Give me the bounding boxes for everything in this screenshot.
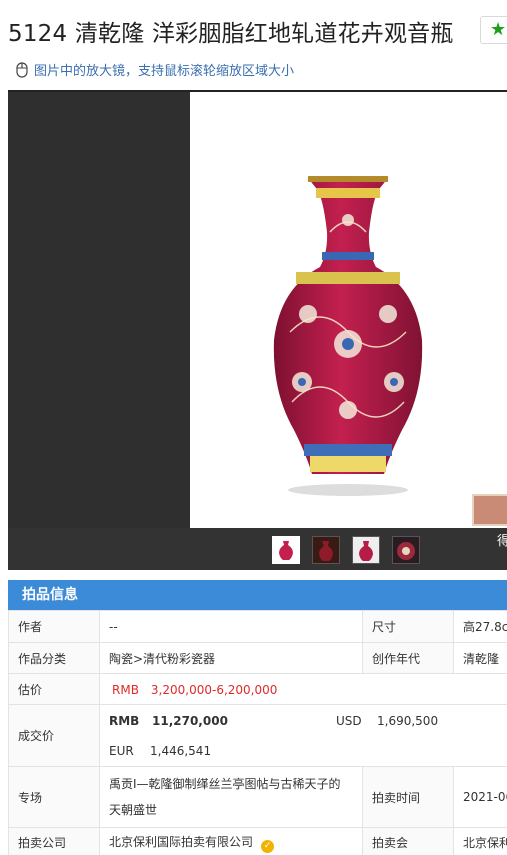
session-label: 专场 bbox=[8, 766, 100, 828]
vase-image bbox=[273, 176, 423, 496]
lot-info-panel: 拍品信息 作者 -- 尺寸 高27.8cm 作品分类 陶瓷>清代粉彩瓷器 创作年… bbox=[8, 580, 507, 855]
hint-text: 图片中的放大镜，支持鼠标滚轮缩放区域大小 bbox=[34, 64, 295, 79]
eur-price: 1,446,541 bbox=[150, 743, 212, 758]
company-value[interactable]: 北京保利国际拍卖有限公司 ✓ bbox=[99, 827, 363, 855]
sold-price-value: RMB 11,270,000 USD 1,690,500 EUR 1,446,5… bbox=[99, 704, 507, 767]
lot-title: 5124 清乾隆 洋彩胭脂红地轧道花卉观音瓶 bbox=[8, 21, 454, 47]
author-label: 作者 bbox=[8, 610, 100, 643]
table-row: 拍卖公司 北京保利国际拍卖有限公司 ✓ 拍卖会 北京保利2021春季 bbox=[8, 827, 507, 855]
category-label: 作品分类 bbox=[8, 642, 100, 674]
session-value[interactable]: 禹贡Ⅰ—乾隆御制缂丝兰亭图帖与古稀天子的 天朝盛世 bbox=[99, 766, 363, 828]
session-line-1: 禹贡Ⅰ—乾隆御制缂丝兰亭图帖与古稀天子的 bbox=[109, 777, 341, 791]
rmb-currency: RMB bbox=[109, 713, 140, 728]
size-label: 尺寸 bbox=[362, 610, 454, 643]
author-value: -- bbox=[99, 610, 363, 643]
thumbnail-4[interactable] bbox=[392, 536, 420, 564]
company-name: 北京保利国际拍卖有限公司 bbox=[109, 834, 254, 849]
mouse-icon bbox=[16, 62, 28, 78]
auction-label: 拍卖会 bbox=[362, 827, 454, 855]
lot-info-table: 作者 -- 尺寸 高27.8cm 作品分类 陶瓷>清代粉彩瓷器 创作年代 清乾隆… bbox=[8, 610, 507, 855]
thumbnail-2[interactable] bbox=[312, 536, 340, 564]
side-detail-thumbnail[interactable] bbox=[472, 494, 507, 526]
cut-off-caption: 得 bbox=[497, 534, 507, 549]
usd-price: 1,690,500 bbox=[377, 713, 439, 728]
star-icon: ★ bbox=[490, 19, 507, 40]
sold-price-label: 成交价 bbox=[8, 704, 100, 767]
thumbnail-1[interactable] bbox=[272, 536, 300, 564]
auction-time-label: 拍卖时间 bbox=[362, 766, 454, 828]
table-row: 成交价 RMB 11,270,000 USD 1,690,500 EUR 1,4… bbox=[8, 704, 507, 767]
main-image[interactable] bbox=[190, 92, 507, 528]
category-value: 陶瓷>清代粉彩瓷器 bbox=[99, 642, 363, 674]
verified-icon: ✓ bbox=[261, 839, 275, 853]
magnifier-hint: 图片中的放大镜，支持鼠标滚轮缩放区域大小 bbox=[16, 60, 294, 80]
image-viewer[interactable]: 得 bbox=[8, 90, 507, 570]
table-row: 估价 RMB 3,200,000-6,200,000 bbox=[8, 673, 507, 705]
era-label: 创作年代 bbox=[362, 642, 454, 674]
favorite-button[interactable]: ★ bbox=[480, 16, 507, 44]
session-line-2: 天朝盛世 bbox=[109, 803, 158, 817]
auction-time-value: 2021-06-05 bbox=[453, 766, 507, 828]
size-value: 高27.8cm bbox=[453, 610, 507, 643]
table-row: 作品分类 陶瓷>清代粉彩瓷器 创作年代 清乾隆 bbox=[8, 642, 507, 674]
table-row: 作者 -- 尺寸 高27.8cm bbox=[8, 610, 507, 643]
usd-currency: USD bbox=[336, 713, 362, 728]
title-row: 5124 清乾隆 洋彩胭脂红地轧道花卉观音瓶 ★ bbox=[0, 0, 507, 58]
eur-currency: EUR bbox=[109, 743, 134, 758]
auction-value[interactable]: 北京保利2021春季 bbox=[453, 827, 507, 855]
table-row: 专场 禹贡Ⅰ—乾隆御制缂丝兰亭图帖与古稀天子的 天朝盛世 拍卖时间 2021-0… bbox=[8, 766, 507, 828]
era-value: 清乾隆 bbox=[453, 642, 507, 674]
thumbnail-strip bbox=[8, 528, 507, 570]
lot-info-header: 拍品信息 bbox=[8, 580, 507, 610]
rmb-price: 11,270,000 bbox=[152, 713, 228, 728]
estimate-value: RMB 3,200,000-6,200,000 bbox=[99, 673, 507, 705]
thumbnail-3[interactable] bbox=[352, 536, 380, 564]
estimate-label: 估价 bbox=[8, 673, 100, 705]
company-label: 拍卖公司 bbox=[8, 827, 100, 855]
